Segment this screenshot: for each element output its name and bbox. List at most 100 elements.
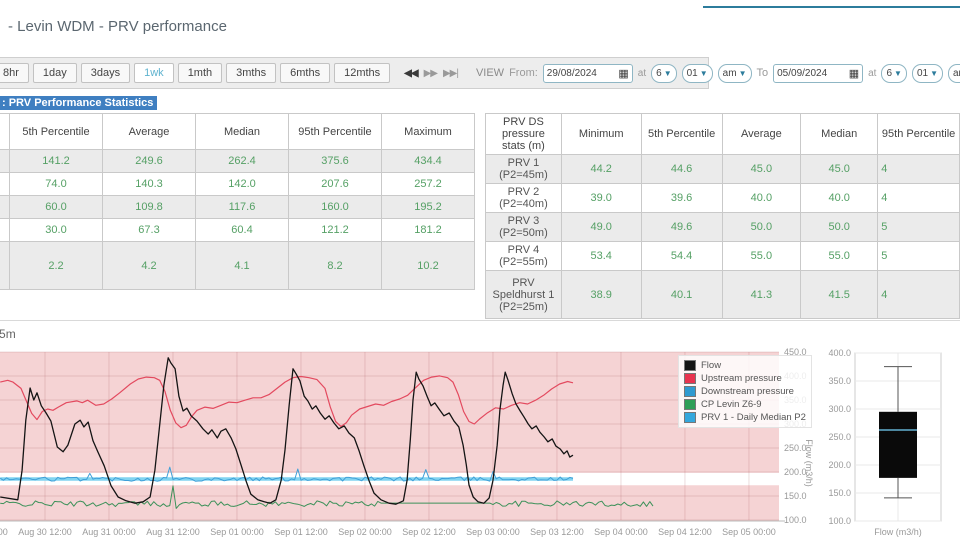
legend-label: CP Levin Z6-9 [701, 399, 762, 410]
row-label: PRV 4 (P2=55m) [485, 241, 562, 271]
calendar-icon[interactable]: ▦ [849, 67, 859, 80]
to-hour-select[interactable]: 6 ▼ [881, 63, 907, 83]
to-ampm-select[interactable]: am▼ [948, 63, 960, 83]
svg-text:Flow (m3/h): Flow (m3/h) [874, 527, 922, 537]
table-row: 60.0 109.8 117.6 160.0 195.2 [0, 195, 475, 219]
legend-label: Downstream pressure [701, 386, 794, 397]
row-label: PRV 1 (P2=45m) [485, 154, 562, 184]
range-button-3days[interactable]: 3days [80, 63, 131, 83]
column-header: Median [800, 113, 879, 155]
range-button-1mth[interactable]: 1mth [177, 63, 223, 83]
svg-text:Aug 30 12:00: Aug 30 12:00 [18, 527, 72, 537]
stat-value: 50.0 [800, 212, 879, 242]
range-button-3mths[interactable]: 3mths [226, 63, 277, 83]
stat-value: 434.4 [381, 149, 475, 173]
stat-value: 142.0 [195, 172, 289, 196]
chevron-down-icon: ▼ [663, 68, 672, 78]
stat-value: 140.3 [102, 172, 196, 196]
stat-value: 55.0 [721, 241, 802, 271]
legend-item: Upstream pressure [684, 372, 806, 385]
svg-text:400.0: 400.0 [828, 348, 851, 358]
stat-value: 10.2 [381, 241, 475, 290]
chevron-down-icon: ▼ [699, 68, 708, 78]
svg-text:Sep 03 00:00: Sep 03 00:00 [466, 527, 520, 537]
stat-value: 2.2 [9, 241, 103, 290]
stat-value: 4.2 [102, 241, 196, 290]
range-button-1wk[interactable]: 1wk [134, 63, 174, 83]
to-minute-select[interactable]: 01 ▼ [911, 63, 943, 83]
from-date-input[interactable]: 29/08/2024 ▦ [542, 63, 633, 83]
legend-item: Downstream pressure [684, 385, 806, 398]
svg-text:Aug 31 00:00: Aug 31 00:00 [82, 527, 136, 537]
stat-value: 41.3 [721, 270, 802, 319]
column-header: 5th Percentile [9, 113, 103, 150]
row-label: PRV Speldhurst 1 (P2=25m) [485, 270, 562, 319]
range-button-6mths[interactable]: 6mths [280, 63, 331, 83]
stat-value: 4 [877, 183, 960, 213]
table-row: 30.0 67.3 60.4 121.2 181.2 [0, 218, 475, 242]
from-minute-select[interactable]: 01 ▼ [681, 63, 713, 83]
fast-forward-icon[interactable]: ▶▶ [424, 68, 438, 79]
svg-text:150.0: 150.0 [828, 488, 851, 498]
at-label-to: at [868, 67, 877, 79]
to-date-input[interactable]: 05/09/2024 ▦ [773, 63, 864, 83]
column-header: Average [102, 113, 196, 150]
svg-text:150.0: 150.0 [784, 491, 807, 501]
legend-swatch [684, 373, 696, 384]
chevron-down-icon: ▼ [738, 68, 747, 78]
chevron-down-icon: ▼ [894, 68, 902, 78]
calendar-icon[interactable]: ▦ [618, 67, 628, 80]
chart-legend: Flow Upstream pressure Downstream pressure… [678, 355, 812, 428]
column-header [0, 113, 10, 150]
table-row: 2.2 4.2 4.1 8.2 10.2 [0, 241, 475, 290]
stat-value: 50.0 [721, 212, 802, 242]
stat-value: 67.3 [102, 218, 196, 242]
stat-value: 262.4 [195, 149, 289, 173]
legend-swatch [684, 412, 696, 423]
column-header: PRV DS pressure stats (m) [485, 113, 562, 155]
svg-text:Sep 02 00:00: Sep 02 00:00 [338, 527, 392, 537]
legend-label: Flow [701, 360, 722, 371]
svg-text:Sep 04 12:00: Sep 04 12:00 [658, 527, 712, 537]
stat-value: 4 [877, 154, 960, 184]
stat-value: 109.8 [102, 195, 196, 219]
stat-value: 160.0 [288, 195, 382, 219]
column-header: Maximum [381, 113, 475, 150]
legend-swatch [684, 399, 696, 410]
svg-text:100.0: 100.0 [828, 516, 851, 526]
stat-value: 207.6 [288, 172, 382, 196]
stat-value: 30.0 [9, 218, 103, 242]
from-date-value: 29/08/2024 [546, 67, 597, 79]
table-row: PRV Speldhurst 1 (P2=25m) 38.9 40.1 41.3 41.… [485, 270, 960, 319]
stat-value: 40.1 [640, 270, 723, 319]
stat-value: 45.0 [721, 154, 802, 184]
range-button-12mths[interactable]: 12mths [334, 63, 391, 83]
legend-item: Flow [684, 359, 806, 372]
range-button-8hr[interactable]: 8hr [0, 63, 29, 83]
from-ampm-select[interactable]: am ▼ [717, 63, 752, 83]
stat-value: 141.2 [9, 149, 103, 173]
range-button-1day[interactable]: 1day [32, 63, 77, 83]
skip-back-icon[interactable]: ◀◀ [404, 68, 418, 79]
stat-value: 39.0 [560, 183, 642, 213]
time-range-toolbar: 8hr 1day 3days 1wk 1mth 3mths 6mths 12mths ◀◀ ▶… [0, 57, 960, 89]
svg-text:Sep 03 12:00: Sep 03 12:00 [530, 527, 584, 537]
stat-value: 40.0 [800, 183, 879, 213]
prv-performance-chart[interactable]: 450.0400.0350.0300.0250.0200.0150.0100.0… [0, 345, 960, 550]
row-label [0, 218, 10, 242]
skip-to-end-icon[interactable]: ▶▶| [443, 68, 459, 79]
stat-value: 41.5 [800, 270, 879, 319]
stat-value: 181.2 [381, 218, 475, 242]
legend-item: CP Levin Z6-9 [684, 398, 806, 411]
svg-text:300.0: 300.0 [828, 404, 851, 414]
from-hour-select[interactable]: 6 ▼ [651, 63, 677, 83]
svg-text:350.0: 350.0 [828, 376, 851, 386]
stat-value: 49.0 [560, 212, 642, 242]
svg-text:Flow (m3/h): Flow (m3/h) [804, 439, 814, 487]
top-accent-line [703, 6, 960, 8]
legend-swatch [684, 386, 696, 397]
stat-value: 60.4 [195, 218, 289, 242]
view-label: VIEW [475, 67, 505, 79]
at-label-from: at [637, 67, 647, 79]
row-label [0, 195, 10, 219]
